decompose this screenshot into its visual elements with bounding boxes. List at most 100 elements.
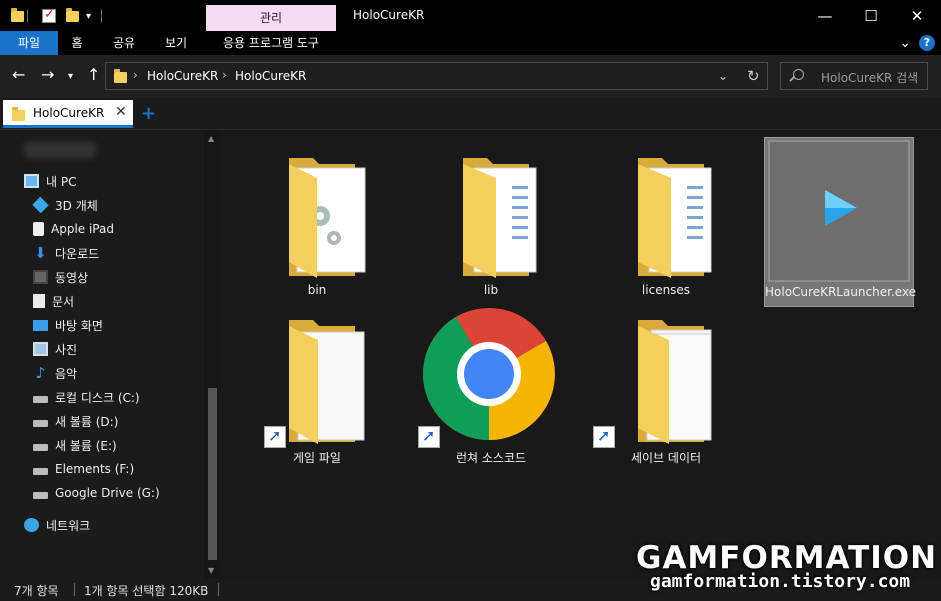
sidebar-item-desktop[interactable]: 바탕 화면 [33, 315, 103, 335]
ribbon-collapse-icon[interactable]: ⌄ [899, 35, 911, 51]
new-tab-icon[interactable]: + [141, 103, 156, 124]
breadcrumb-item-2[interactable]: HoloCureKR [235, 69, 306, 83]
sidebar-item-label: Elements (F:) [55, 462, 135, 476]
breadcrumb-item-1[interactable]: HoloCureKR [147, 69, 218, 83]
address-bar[interactable]: › HoloCureKR › HoloCureKR ⌄ ↻ [105, 62, 768, 90]
sidebar-item-label: Google Drive (G:) [55, 486, 160, 500]
search-input[interactable]: HoloCureKR 검색 [780, 62, 928, 90]
sidebar-item-downloads[interactable]: ⬇ 다운로드 [33, 243, 99, 263]
file-item-launcher-source[interactable]: 런쳐 소스코드 [416, 304, 566, 474]
sidebar-item-label: 다운로드 [55, 246, 100, 261]
file-item-label: licenses [641, 283, 691, 297]
tab-view[interactable]: 보기 [152, 31, 200, 55]
minimize-button[interactable]: — [802, 0, 848, 31]
tab-app-tools[interactable]: 응용 프로그램 도구 [206, 31, 336, 55]
sidebar-item-videos[interactable]: 동영상 [33, 267, 88, 287]
tab-file[interactable]: 파일 [0, 31, 58, 55]
computer-icon [24, 174, 39, 188]
status-sep-2 [218, 583, 219, 596]
quick-access-dropdown-icon[interactable]: ▾ [86, 7, 91, 25]
sidebar-item-label: 사진 [55, 342, 78, 357]
sidebar-item-drive-c[interactable]: 로컬 디스크 (C:) [33, 387, 140, 407]
sidebar-item-label: 바탕 화면 [55, 318, 103, 333]
tab-share[interactable]: 공유 [100, 31, 148, 55]
network-icon [24, 518, 39, 532]
sidebar-item-pictures[interactable]: 사진 [33, 339, 77, 359]
sidebar-item-apple-ipad[interactable]: Apple iPad [33, 219, 114, 239]
file-item-label: HoloCureKRLauncher.exe [765, 285, 917, 299]
tab-folder-icon [12, 107, 25, 121]
file-item-bin[interactable]: bin [242, 138, 392, 308]
quick-access-sep-2 [101, 7, 102, 25]
breadcrumb-sep-2: › [222, 68, 227, 82]
file-item-launcher[interactable]: HoloCureKRLauncher.exe [764, 137, 917, 307]
properties-check-icon[interactable] [42, 7, 56, 25]
new-folder-icon[interactable] [66, 7, 79, 25]
maximize-button[interactable]: ☐ [848, 0, 894, 31]
sidebar-item-drive-d[interactable]: 새 볼륨 (D:) [33, 411, 118, 431]
address-dropdown-icon[interactable]: ⌄ [718, 69, 728, 83]
tab-home[interactable]: 홈 [58, 31, 96, 55]
sidebar-item-drive-g[interactable]: Google Drive (G:) [33, 483, 160, 503]
shortcut-arrow-icon [418, 426, 440, 448]
search-icon [793, 69, 804, 80]
navigation-pane: 내 PC 3D 개체 Apple iPad ⬇ 다운로드 동영상 문서 바탕 화… [0, 130, 220, 578]
file-item-label: 게임 파일 [293, 451, 341, 465]
picture-icon [33, 342, 48, 356]
sidebar-item-label: 3D 개체 [55, 198, 98, 213]
status-item-count: 7개 항목 [14, 584, 59, 598]
sidebar-item-documents[interactable]: 문서 [33, 291, 74, 311]
search-placeholder: HoloCureKR 검색 [821, 71, 919, 85]
scroll-thumb[interactable] [208, 388, 217, 560]
file-item-label: bin [307, 283, 327, 297]
file-item-licenses[interactable]: licenses [591, 138, 741, 308]
shortcut-arrow-icon [593, 426, 615, 448]
folder-icon [289, 158, 366, 278]
music-note-icon: ♪ [35, 364, 46, 382]
sidebar-item-music[interactable]: ♪ 음악 [33, 363, 77, 383]
drive-icon [33, 419, 48, 427]
window-title: HoloCureKR [353, 8, 425, 22]
help-icon[interactable]: ? [919, 35, 935, 51]
forward-arrow-icon[interactable]: → [41, 66, 54, 84]
film-icon [33, 270, 48, 284]
folder-icon [463, 158, 537, 278]
quick-access-folder-icon[interactable] [11, 7, 24, 25]
title-bar: ▾ 관리 HoloCureKR — ☐ ✕ [0, 0, 941, 31]
explorer-tab[interactable]: HoloCureKR ✕ [3, 100, 133, 128]
refresh-icon[interactable]: ↻ [747, 67, 760, 85]
play-icon [768, 140, 910, 282]
close-button[interactable]: ✕ [894, 0, 940, 31]
chrome-icon [423, 308, 555, 440]
tab-label: HoloCureKR [33, 106, 105, 120]
sidebar-item-label: Apple iPad [51, 222, 114, 236]
desktop-icon [33, 319, 48, 331]
sidebar-item-3d-objects[interactable]: 3D 개체 [32, 195, 98, 215]
status-sep [74, 583, 75, 596]
tab-close-icon[interactable]: ✕ [115, 104, 127, 120]
context-tab-manage[interactable]: 관리 [206, 5, 336, 31]
scroll-up-icon[interactable]: ▲ [208, 134, 214, 143]
up-arrow-icon[interactable]: ↑ [87, 66, 100, 84]
tab-strip: HoloCureKR ✕ + [0, 97, 941, 130]
back-arrow-icon[interactable]: ← [12, 66, 25, 84]
blurred-item [24, 142, 96, 158]
file-item-label: lib [483, 283, 499, 297]
cube-icon [32, 196, 49, 214]
sidebar-item-label: 로컬 디스크 (C:) [55, 390, 140, 405]
watermark-url: gamformation.tistory.com [650, 571, 911, 592]
file-item-game-files[interactable]: 게임 파일 [242, 304, 392, 474]
drive-icon [33, 491, 48, 499]
recent-locations-chevron-icon[interactable]: ▾ [68, 68, 73, 86]
tablet-icon [33, 222, 44, 236]
breadcrumb-sep: › [133, 68, 138, 82]
sidebar-item-network[interactable]: 네트워크 [24, 515, 90, 535]
sidebar-item-this-pc[interactable]: 내 PC [24, 171, 76, 191]
file-item-save-data[interactable]: 세이브 데이터 [591, 304, 741, 474]
sidebar-item-drive-f[interactable]: Elements (F:) [33, 459, 134, 479]
sidebar-scrollbar[interactable]: ▲ ▼ [204, 130, 220, 578]
sidebar-item-drive-e[interactable]: 새 볼륨 (E:) [33, 435, 117, 455]
file-item-lib[interactable]: lib [416, 138, 566, 308]
scroll-down-icon[interactable]: ▼ [208, 566, 214, 575]
sidebar-item-label: 음악 [55, 366, 78, 381]
